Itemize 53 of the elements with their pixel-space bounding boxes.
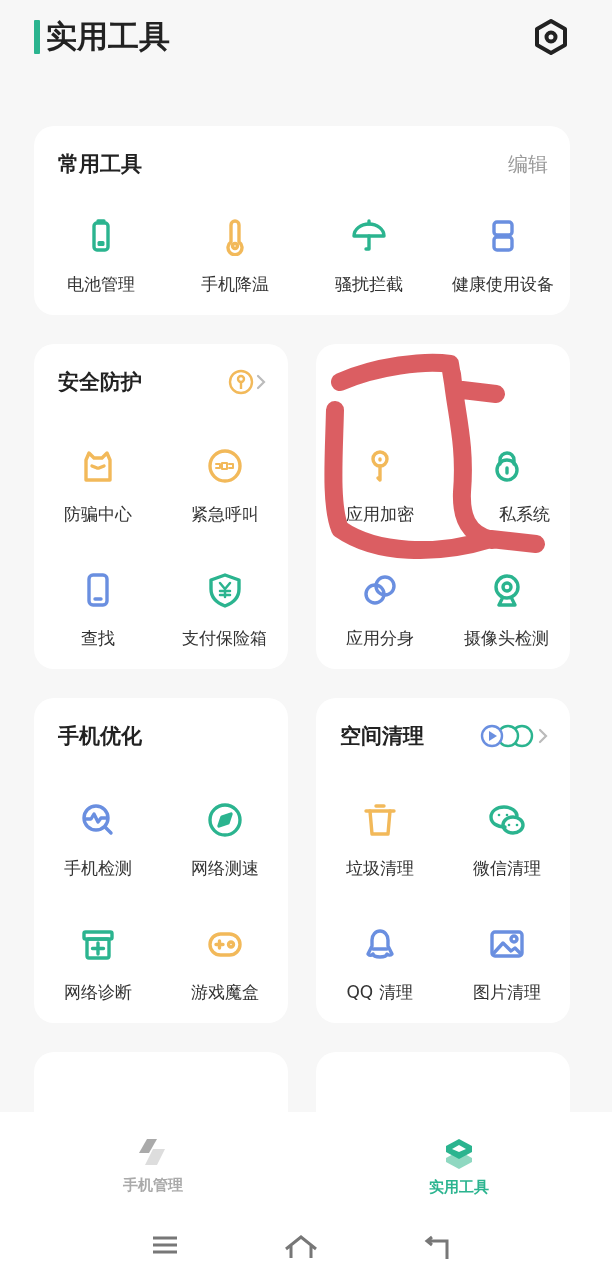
accent-bar (34, 19, 40, 54)
tool-label: 查找 (80, 627, 115, 650)
tool-label: 摄像头检测 (464, 627, 549, 650)
menu-icon[interactable] (152, 1235, 178, 1255)
tool-label: QQ 清理 (346, 981, 413, 1004)
tool-item[interactable]: 骚扰拦截 (302, 216, 436, 296)
card-title: 常用工具 (58, 151, 142, 178)
tool-label: 应用加密 (345, 503, 414, 526)
back-icon[interactable] (424, 1235, 452, 1259)
tool-label: 骚扰拦截 (335, 273, 403, 296)
page-title: 实用工具 (46, 16, 170, 56)
tool-item[interactable]: 网络诊断 (34, 924, 161, 1004)
tool-label: 游戏魔盒 (190, 981, 259, 1004)
tool-item[interactable]: 手机检测 (34, 800, 161, 880)
card-title: 安全防护 (58, 369, 142, 396)
card-title: 手机优化 (58, 723, 142, 750)
tool-label: 垃圾清理 (345, 857, 414, 880)
tool-item[interactable]: 应用分身 (316, 570, 443, 650)
tool-item[interactable]: 支付保险箱 (161, 570, 288, 650)
tool-label: 健康使用设备 (452, 273, 554, 296)
tool-label: 电池管理 (67, 273, 135, 296)
tool-item[interactable]: 应用加密 (316, 446, 443, 526)
tool-item[interactable]: 电池管理 (34, 216, 168, 296)
tool-label: 应用分身 (345, 627, 414, 650)
tool-item[interactable]: 紧急呼叫 (161, 446, 288, 526)
media-badges-icon (478, 723, 536, 749)
layers-icon (444, 1138, 474, 1170)
tool-item[interactable]: QQ 清理 (316, 924, 443, 1004)
tool-item[interactable]: 垃圾清理 (316, 800, 443, 880)
tool-label: 手机检测 (63, 857, 132, 880)
tool-label: 私系统 (498, 503, 550, 526)
tool-label: 紧急呼叫 (190, 503, 259, 526)
tool-label: 防骗中心 (63, 503, 132, 526)
tool-label: 网络测速 (190, 857, 259, 880)
tool-item[interactable]: 图片清理 (443, 924, 570, 1004)
tool-item[interactable]: 手机降温 (168, 216, 302, 296)
tool-label: 手机降温 (201, 273, 269, 296)
tool-item[interactable]: 微信清理 (443, 800, 570, 880)
tool-item[interactable]: 网络测速 (161, 800, 288, 880)
tool-item[interactable]: 摄像头检测 (443, 570, 570, 650)
key-badge-icon (228, 369, 254, 395)
tool-label: 微信清理 (472, 857, 541, 880)
tool-item[interactable]: 健康使用设备 (436, 216, 570, 296)
tool-item[interactable]: 防骗中心 (34, 446, 161, 526)
tool-label: 网络诊断 (63, 981, 132, 1004)
home-icon[interactable] (284, 1235, 318, 1259)
card-title: 空间清理 (340, 723, 424, 750)
tool-item[interactable]: 私系统 (443, 446, 570, 526)
tool-label: 图片清理 (472, 981, 541, 1004)
tool-item[interactable]: 游戏魔盒 (161, 924, 288, 1004)
tool-label: 支付保险箱 (182, 627, 267, 650)
tool-item[interactable]: 查找 (34, 570, 161, 650)
settings-icon[interactable] (532, 17, 570, 56)
